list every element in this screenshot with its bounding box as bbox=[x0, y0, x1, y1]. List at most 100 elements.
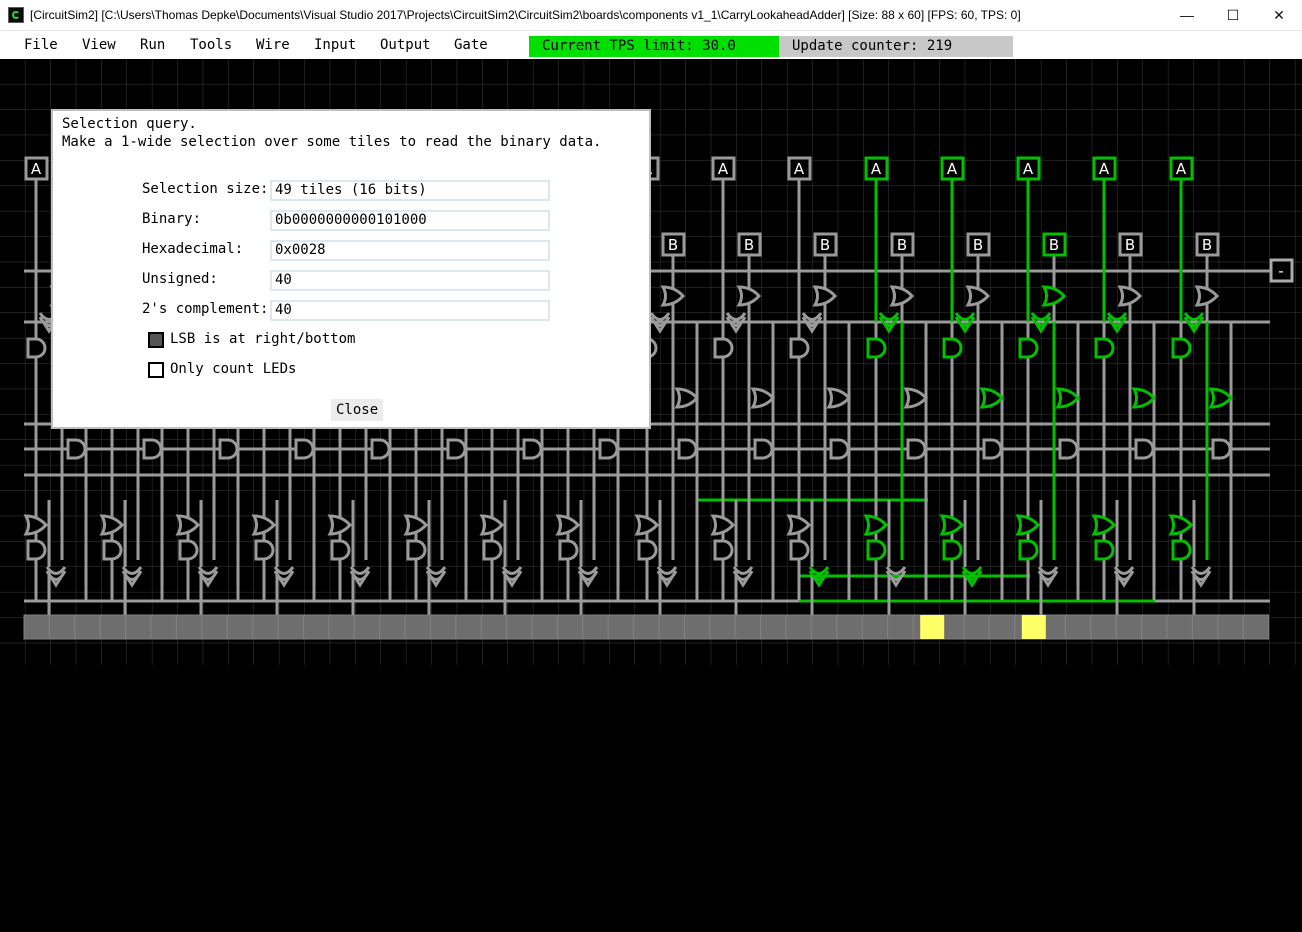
output-tile bbox=[1242, 614, 1270, 640]
output-tile bbox=[48, 614, 76, 640]
input-b-10-label: B bbox=[820, 236, 830, 254]
lsb-checkbox[interactable] bbox=[148, 332, 164, 348]
maximize-icon[interactable]: ☐ bbox=[1210, 0, 1256, 31]
output-tile bbox=[531, 614, 558, 640]
output-tile bbox=[1217, 614, 1244, 640]
output-tile bbox=[1064, 614, 1092, 640]
selection-query-dialog: Selection query. Make a 1-wide selection… bbox=[51, 109, 651, 429]
input-a-0-label: A bbox=[31, 160, 42, 178]
selection-size-label: Selection size: bbox=[142, 181, 269, 197]
and-gate bbox=[218, 438, 239, 460]
window-title: [CircuitSim2] [C:\Users\Thomas Depke\Doc… bbox=[30, 8, 1021, 22]
lsb-checkbox-label: LSB is at right/bottom bbox=[170, 331, 356, 347]
app-icon bbox=[8, 7, 24, 23]
close-button[interactable]: Close bbox=[331, 399, 384, 421]
input-a-11-label: A bbox=[871, 160, 882, 178]
and-gate bbox=[142, 438, 163, 460]
input-b-9-label: B bbox=[744, 236, 754, 254]
twos-complement-label: 2's complement: bbox=[142, 301, 269, 317]
and-gate bbox=[482, 539, 503, 561]
and-gate bbox=[789, 539, 810, 561]
and-gate bbox=[753, 438, 774, 460]
menu-file[interactable]: File bbox=[24, 37, 58, 53]
led-on bbox=[1021, 615, 1046, 639]
and-gate bbox=[294, 438, 315, 460]
input-b-12-label: B bbox=[973, 236, 983, 254]
close-window-icon[interactable]: ✕ bbox=[1256, 0, 1302, 31]
output-tile bbox=[226, 614, 254, 640]
output-tile bbox=[175, 614, 203, 640]
and-gate bbox=[1094, 539, 1115, 561]
menu-output[interactable]: Output bbox=[380, 37, 431, 53]
and-gate bbox=[102, 539, 123, 561]
output-tile bbox=[785, 614, 812, 640]
twos-complement-field[interactable]: 40 bbox=[270, 300, 550, 321]
output-tile bbox=[709, 614, 736, 640]
output-tile bbox=[836, 614, 863, 640]
output-tile bbox=[353, 614, 381, 640]
and-gate bbox=[1018, 539, 1039, 561]
output-leds bbox=[23, 614, 1270, 640]
and-gate bbox=[906, 438, 927, 460]
and-gate bbox=[1134, 438, 1155, 460]
output-tile bbox=[277, 614, 304, 640]
hexadecimal-field[interactable]: 0x0028 bbox=[270, 240, 550, 261]
menu-gate[interactable]: Gate bbox=[454, 37, 488, 53]
output-tile bbox=[861, 614, 889, 640]
menu-wire[interactable]: Wire bbox=[256, 37, 290, 53]
output-tile bbox=[302, 614, 330, 640]
minus-switch-label: - bbox=[1278, 262, 1283, 280]
and-gate bbox=[677, 438, 698, 460]
input-b-14-label: B bbox=[1125, 236, 1135, 254]
output-tile bbox=[683, 614, 711, 640]
menu-view[interactable]: View bbox=[82, 37, 116, 53]
update-counter: Update counter: 219 bbox=[779, 36, 1013, 57]
output-tile bbox=[201, 614, 228, 640]
input-b-11-label: B bbox=[897, 236, 907, 254]
input-a-13-label: A bbox=[1023, 160, 1034, 178]
output-tile bbox=[125, 614, 152, 640]
output-tile bbox=[455, 614, 482, 640]
and-gate bbox=[982, 438, 1003, 460]
binary-field[interactable]: 0b0000000000101000 bbox=[270, 210, 550, 231]
output-tile bbox=[963, 614, 990, 640]
output-tile bbox=[1115, 614, 1143, 640]
and-gate bbox=[942, 539, 963, 561]
and-gate bbox=[1058, 438, 1079, 460]
output-tile bbox=[582, 614, 609, 640]
tps-limit-indicator: Current TPS limit: 30.0 bbox=[529, 36, 779, 57]
only-leds-checkbox[interactable] bbox=[148, 362, 164, 378]
minimize-icon[interactable]: — bbox=[1164, 0, 1210, 31]
and-gate bbox=[829, 438, 850, 460]
output-tile bbox=[1090, 614, 1117, 640]
and-gate bbox=[1094, 337, 1115, 359]
menu-run[interactable]: Run bbox=[140, 37, 165, 53]
output-tile bbox=[734, 614, 762, 640]
menu-input[interactable]: Input bbox=[314, 37, 356, 53]
output-tile bbox=[480, 614, 508, 640]
binary-label: Binary: bbox=[142, 211, 202, 227]
output-tile bbox=[810, 614, 838, 640]
only-leds-checkbox-label: Only count LEDs bbox=[170, 361, 297, 377]
output-tile bbox=[556, 614, 584, 640]
and-gate bbox=[637, 539, 658, 561]
menu-tools[interactable]: Tools bbox=[190, 37, 232, 53]
and-gate bbox=[713, 337, 734, 359]
and-gate bbox=[558, 539, 579, 561]
input-a-14-label: A bbox=[1099, 160, 1110, 178]
unsigned-field[interactable]: 40 bbox=[270, 270, 550, 291]
unsigned-label: Unsigned: bbox=[142, 271, 218, 287]
output-tile bbox=[658, 614, 685, 640]
output-tile bbox=[150, 614, 177, 640]
and-gate bbox=[942, 337, 963, 359]
and-gate bbox=[1018, 337, 1039, 359]
and-gate bbox=[789, 337, 810, 359]
title-bar: [CircuitSim2] [C:\Users\Thomas Depke\Doc… bbox=[0, 0, 1302, 31]
input-b-15-label: B bbox=[1202, 236, 1212, 254]
output-tile bbox=[1191, 614, 1219, 640]
dialog-heading: Selection query. bbox=[62, 116, 197, 132]
selection-size-field[interactable]: 49 tiles (16 bits) bbox=[270, 180, 550, 201]
output-tile bbox=[607, 614, 635, 640]
output-tile bbox=[760, 614, 787, 640]
and-gate bbox=[598, 438, 619, 460]
